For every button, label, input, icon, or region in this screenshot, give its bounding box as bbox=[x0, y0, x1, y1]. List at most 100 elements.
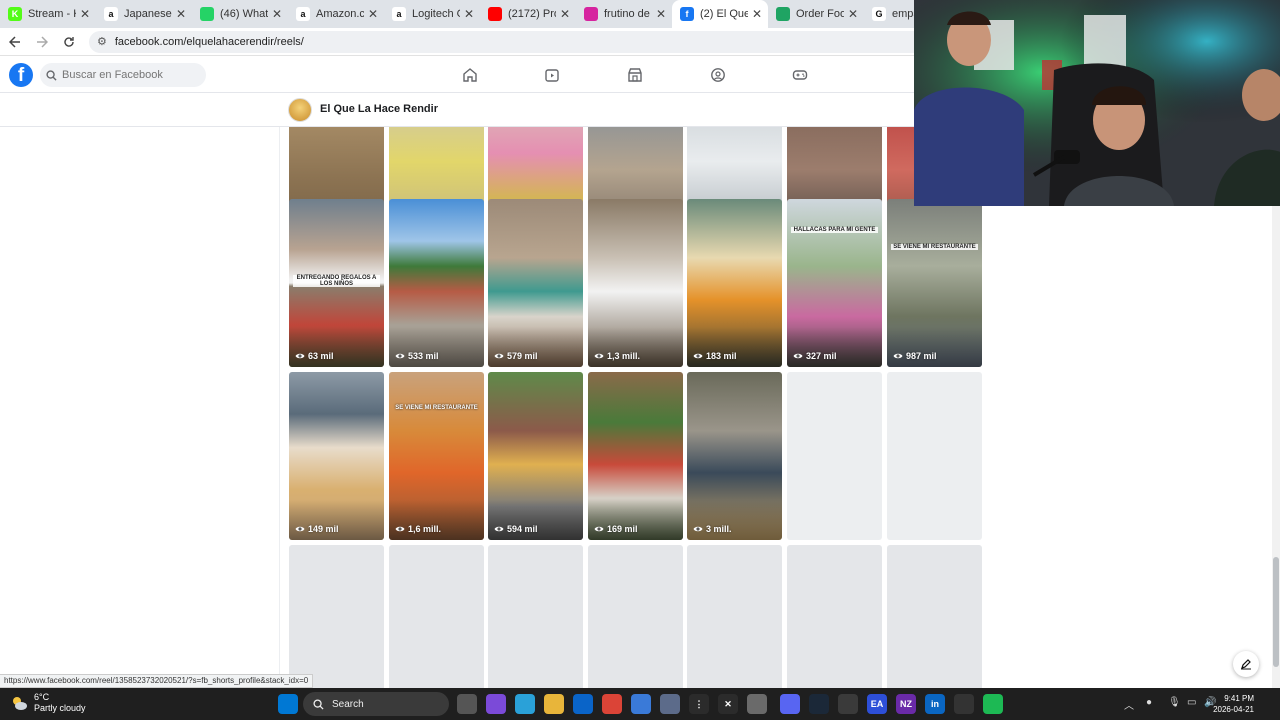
reel-thumbnail[interactable]: SE VIENE MI RESTAURANTE 1,6 mill. bbox=[389, 372, 484, 540]
vpn-icon[interactable] bbox=[660, 694, 680, 714]
site-info-icon[interactable]: ⚙ bbox=[97, 35, 107, 48]
chevron-up-icon[interactable]: ︿ bbox=[1124, 697, 1134, 712]
facebook-icon: f bbox=[680, 7, 694, 21]
browser-tab[interactable]: (46) WhatsApp ✕ bbox=[192, 0, 288, 28]
browser-tab[interactable]: (2172) Proba ✕ bbox=[480, 0, 576, 28]
reel-thumbnail[interactable]: 183 mil bbox=[687, 199, 782, 367]
obs-icon[interactable] bbox=[838, 694, 858, 714]
nav-home[interactable] bbox=[460, 65, 480, 85]
arrow-right-icon bbox=[37, 35, 48, 48]
eye-icon bbox=[893, 353, 903, 359]
close-tab-icon[interactable]: ✕ bbox=[848, 7, 858, 21]
reload-button[interactable] bbox=[57, 30, 81, 54]
reel-thumbnail[interactable]: SE VIENE MI RESTAURANTE 987 mil bbox=[887, 199, 982, 367]
capcut-icon[interactable]: ✕ bbox=[718, 694, 738, 714]
reel-thumbnail[interactable]: 169 mil bbox=[588, 372, 683, 540]
amazon-icon: a bbox=[104, 7, 118, 21]
linkedin-icon[interactable]: in bbox=[925, 694, 945, 714]
eye-icon bbox=[395, 353, 405, 359]
close-tab-icon[interactable]: ✕ bbox=[560, 7, 570, 21]
nav-groups[interactable] bbox=[708, 65, 728, 85]
view-count-text: 169 mil bbox=[607, 524, 638, 534]
notes-icon[interactable] bbox=[747, 694, 767, 714]
reel-thumbnail[interactable]: 579 mil bbox=[488, 199, 583, 367]
reel-view-count: 987 mil bbox=[893, 351, 937, 361]
back-button[interactable] bbox=[3, 30, 27, 54]
youtube-icon bbox=[488, 7, 502, 21]
close-tab-icon[interactable]: ✕ bbox=[80, 7, 90, 21]
system-clock[interactable]: 9:41 PM 2026-04-21 bbox=[1213, 693, 1254, 715]
reel-thumbnail[interactable]: 533 mil bbox=[389, 199, 484, 367]
apps-grid-icon[interactable]: ⋮ bbox=[689, 694, 709, 714]
eye-icon bbox=[295, 353, 305, 359]
weather-widget[interactable]: 6°C Partly cloudy bbox=[10, 692, 86, 714]
browser-tab[interactable]: a Amazon.com ✕ bbox=[288, 0, 384, 28]
ea-icon[interactable]: EA bbox=[867, 694, 887, 714]
reel-loading-placeholder bbox=[488, 545, 583, 688]
task-view-icon[interactable] bbox=[457, 694, 477, 714]
github-icon[interactable] bbox=[954, 694, 974, 714]
file-explorer-icon[interactable] bbox=[544, 694, 564, 714]
eye-icon bbox=[494, 353, 504, 359]
browser-tab[interactable]: Order Food O ✕ bbox=[768, 0, 864, 28]
reel-loading-placeholder bbox=[887, 372, 982, 540]
sheets-icon bbox=[776, 7, 790, 21]
outlook-icon[interactable] bbox=[573, 694, 593, 714]
view-count-text: 579 mil bbox=[507, 351, 538, 361]
microphone-icon[interactable]: 🎙 bbox=[1168, 697, 1181, 708]
reel-thumbnail[interactable]: 149 mil bbox=[289, 372, 384, 540]
page-name[interactable]: El Que La Hace Rendir bbox=[320, 103, 438, 115]
browser-tab[interactable]: a Japanese Lan ✕ bbox=[96, 0, 192, 28]
view-count-text: 1,6 mill. bbox=[408, 524, 442, 534]
browser-tab[interactable]: a Logitech G203 ✕ bbox=[384, 0, 480, 28]
new-message-button[interactable] bbox=[1233, 651, 1259, 677]
facebook-logo-icon[interactable]: f bbox=[9, 63, 33, 87]
search-input[interactable] bbox=[62, 69, 202, 81]
edge-icon[interactable] bbox=[515, 694, 535, 714]
reel-thumbnail[interactable]: 3 mill. bbox=[687, 372, 782, 540]
view-count-text: 149 mil bbox=[308, 524, 339, 534]
page-avatar[interactable] bbox=[288, 98, 312, 122]
start-icon[interactable] bbox=[278, 694, 298, 714]
tab-title: Stream - Kick bbox=[28, 8, 76, 20]
view-count-text: 594 mil bbox=[507, 524, 538, 534]
close-tab-icon[interactable]: ✕ bbox=[272, 7, 282, 21]
nav-marketplace[interactable] bbox=[625, 65, 645, 85]
steam-icon[interactable] bbox=[809, 694, 829, 714]
tray-app-icon[interactable]: ● bbox=[1146, 697, 1152, 708]
store-icon[interactable] bbox=[631, 694, 651, 714]
taskbar-search[interactable]: Search bbox=[303, 692, 449, 716]
copilot-icon[interactable] bbox=[486, 694, 506, 714]
eye-icon bbox=[693, 526, 703, 532]
browser-tab[interactable]: frutino de gu ✕ bbox=[576, 0, 672, 28]
nav-gaming[interactable] bbox=[790, 65, 810, 85]
nzxt-icon[interactable]: NZ bbox=[896, 694, 916, 714]
close-tab-icon[interactable]: ✕ bbox=[656, 7, 666, 21]
page-scrollbar[interactable] bbox=[1272, 127, 1280, 688]
forward-button[interactable] bbox=[30, 30, 54, 54]
reel-thumbnail[interactable]: HALLACAS PARA MI GENTE 327 mil bbox=[787, 199, 882, 367]
close-tab-icon[interactable]: ✕ bbox=[752, 7, 762, 21]
close-tab-icon[interactable]: ✕ bbox=[464, 7, 474, 21]
discord-icon[interactable] bbox=[780, 694, 800, 714]
reel-view-count: 579 mil bbox=[494, 351, 538, 361]
scrollbar-thumb[interactable] bbox=[1273, 557, 1279, 667]
reel-loading-placeholder bbox=[787, 372, 882, 540]
close-tab-icon[interactable]: ✕ bbox=[368, 7, 378, 21]
nav-video[interactable] bbox=[542, 65, 562, 85]
network-icon[interactable]: ▭ bbox=[1187, 697, 1196, 708]
reel-thumbnail[interactable]: 1,3 mill. bbox=[588, 199, 683, 367]
view-count-text: 183 mil bbox=[706, 351, 737, 361]
marketplace-icon bbox=[628, 68, 642, 82]
amazon-icon: a bbox=[392, 7, 406, 21]
address-bar[interactable]: ⚙ facebook.com/elquelahacerendir/reels/ bbox=[89, 30, 929, 53]
chrome-icon[interactable] bbox=[602, 694, 622, 714]
browser-tab[interactable]: K Stream - Kick ✕ bbox=[0, 0, 96, 28]
spotify-icon[interactable] bbox=[983, 694, 1003, 714]
browser-tab[interactable]: f (2) El Que La ✕ bbox=[672, 0, 768, 28]
whatsapp-icon bbox=[200, 7, 214, 21]
facebook-search[interactable] bbox=[40, 63, 206, 87]
reel-thumbnail[interactable]: 594 mil bbox=[488, 372, 583, 540]
close-tab-icon[interactable]: ✕ bbox=[176, 7, 186, 21]
reel-thumbnail[interactable]: ENTREGANDO REGALOS A LOS NIÑOS 63 mil bbox=[289, 199, 384, 367]
